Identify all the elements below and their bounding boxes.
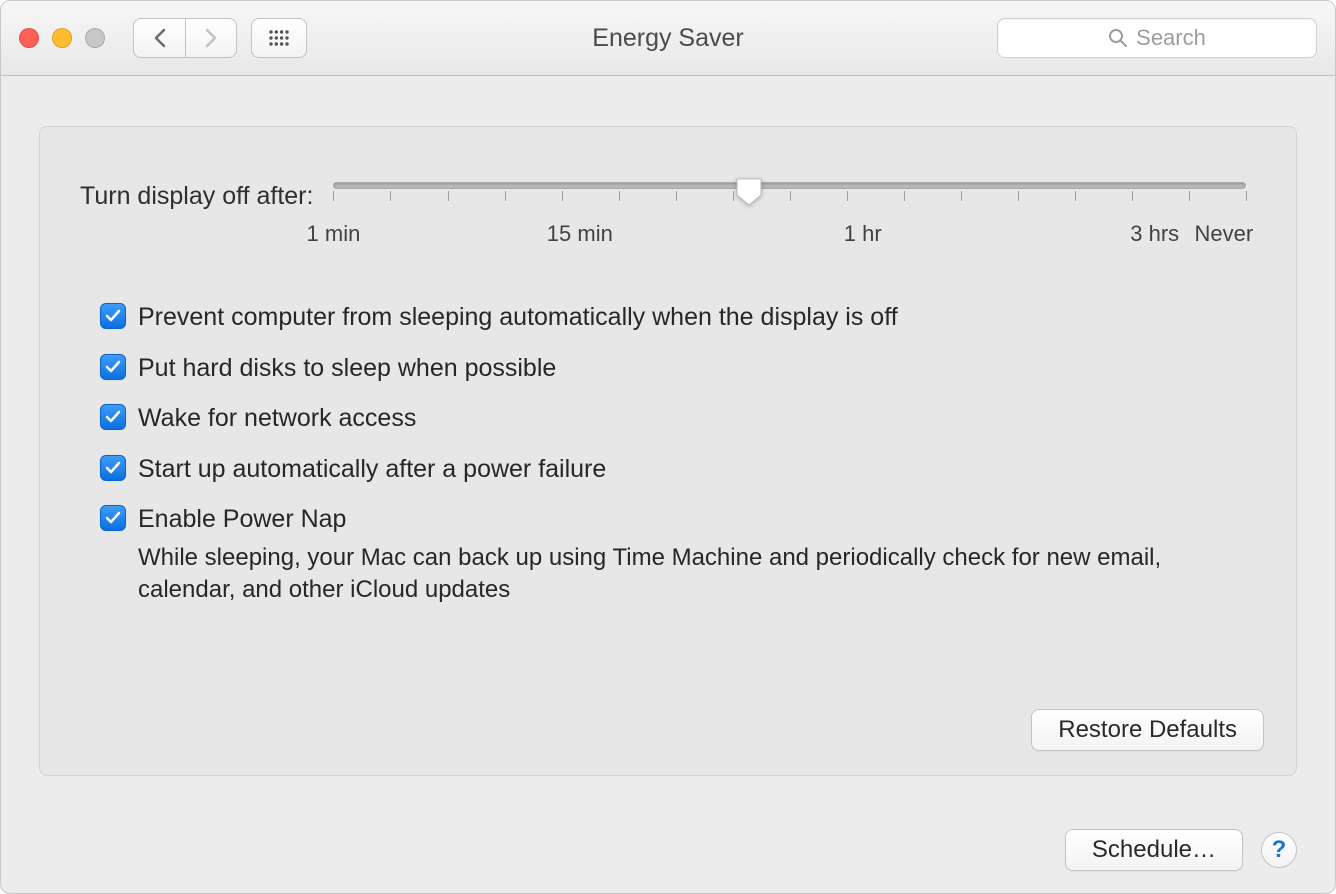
forward-button[interactable]: [185, 18, 237, 58]
display-sleep-slider[interactable]: 1 min15 min1 hr3 hrsNever: [333, 182, 1256, 251]
slider-tick: [1246, 191, 1247, 201]
option-hard-disks: Put hard disks to sleep when possible: [100, 352, 1256, 385]
checkbox-power-failure[interactable]: [100, 455, 126, 481]
slider-tick: [733, 191, 734, 201]
help-icon: ?: [1272, 836, 1287, 864]
option-label: Start up automatically after a power fai…: [138, 453, 606, 486]
slider-tick: [1075, 191, 1076, 201]
grid-icon: [268, 29, 290, 47]
traffic-lights: [19, 28, 105, 48]
checkmark-icon: [104, 358, 122, 376]
titlebar: Energy Saver Search: [1, 1, 1335, 76]
slider-tick: [676, 191, 677, 201]
slider-tick: [619, 191, 620, 201]
slider-tick-label: Never: [1194, 221, 1253, 247]
slider-tick-label: 1 min: [307, 221, 361, 247]
slider-tick-label: 15 min: [547, 221, 613, 247]
option-label: Enable Power Nap: [138, 503, 346, 536]
option-label: Prevent computer from sleeping automatic…: [138, 301, 898, 334]
slider-tick: [847, 191, 848, 201]
option-prevent-sleep: Prevent computer from sleeping automatic…: [100, 301, 1256, 334]
footer: Schedule… ?: [1065, 829, 1297, 871]
checkbox-hard-disks[interactable]: [100, 354, 126, 380]
checkbox-power-nap[interactable]: [100, 505, 126, 531]
slider-tick: [505, 191, 506, 201]
window-title: Energy Saver: [592, 24, 743, 53]
slider-ticks: [333, 191, 1246, 207]
option-label: Wake for network access: [138, 402, 416, 435]
nav-button-group: [133, 18, 237, 58]
checkmark-icon: [104, 459, 122, 477]
search-input[interactable]: Search: [997, 18, 1317, 58]
option-power-nap: Enable Power Nap: [100, 503, 1256, 536]
slider-tick: [390, 191, 391, 201]
close-window-button[interactable]: [19, 28, 39, 48]
checkmark-icon: [104, 307, 122, 325]
minimize-window-button[interactable]: [52, 28, 72, 48]
slider-track: [333, 182, 1246, 189]
slider-tick: [790, 191, 791, 201]
options-list: Prevent computer from sleeping automatic…: [100, 301, 1256, 606]
zoom-window-button[interactable]: [85, 28, 105, 48]
slider-tick: [904, 191, 905, 201]
display-sleep-slider-row: Turn display off after: 1 min 15 min 1 hr 3…: [80, 182, 1256, 251]
search-icon: [1108, 28, 1128, 48]
chevron-left-icon: [153, 28, 167, 48]
option-description: While sleeping, your Mac can back up usi…: [138, 542, 1198, 607]
restore-defaults-button[interactable]: Restore Defaults: [1031, 709, 1264, 751]
back-button[interactable]: [133, 18, 185, 58]
settings-panel: Turn display off after: 1 min 15 min 1 hr 3…: [39, 126, 1297, 776]
search-placeholder: Search: [1136, 25, 1206, 51]
checkbox-prevent-sleep[interactable]: [100, 303, 126, 329]
checkbox-wake-network[interactable]: [100, 404, 126, 430]
option-power-failure: Start up automatically after a power fai…: [100, 453, 1256, 486]
slider-tick: [1018, 191, 1019, 201]
slider-tick-labels: 1 min15 min1 hr3 hrsNever: [333, 221, 1246, 251]
slider-tick-label: 3 hrs: [1130, 221, 1179, 247]
help-button[interactable]: ?: [1261, 832, 1297, 868]
option-label: Put hard disks to sleep when possible: [138, 352, 556, 385]
show-all-button[interactable]: [251, 18, 307, 58]
slider-tick-label: 1 hr: [844, 221, 882, 247]
slider-tick: [1189, 191, 1190, 201]
slider-tick: [1132, 191, 1133, 201]
checkmark-icon: [104, 408, 122, 426]
slider-tick: [562, 191, 563, 201]
slider-tick: [448, 191, 449, 201]
preferences-window: Energy Saver Search Turn display off aft…: [0, 0, 1336, 894]
option-wake-network: Wake for network access: [100, 402, 1256, 435]
chevron-right-icon: [204, 28, 218, 48]
checkmark-icon: [104, 509, 122, 527]
schedule-button[interactable]: Schedule…: [1065, 829, 1243, 871]
slider-label: Turn display off after:: [80, 182, 313, 211]
slider-tick: [333, 191, 334, 201]
slider-tick: [961, 191, 962, 201]
content-area: Turn display off after: 1 min 15 min 1 hr 3…: [1, 76, 1335, 776]
